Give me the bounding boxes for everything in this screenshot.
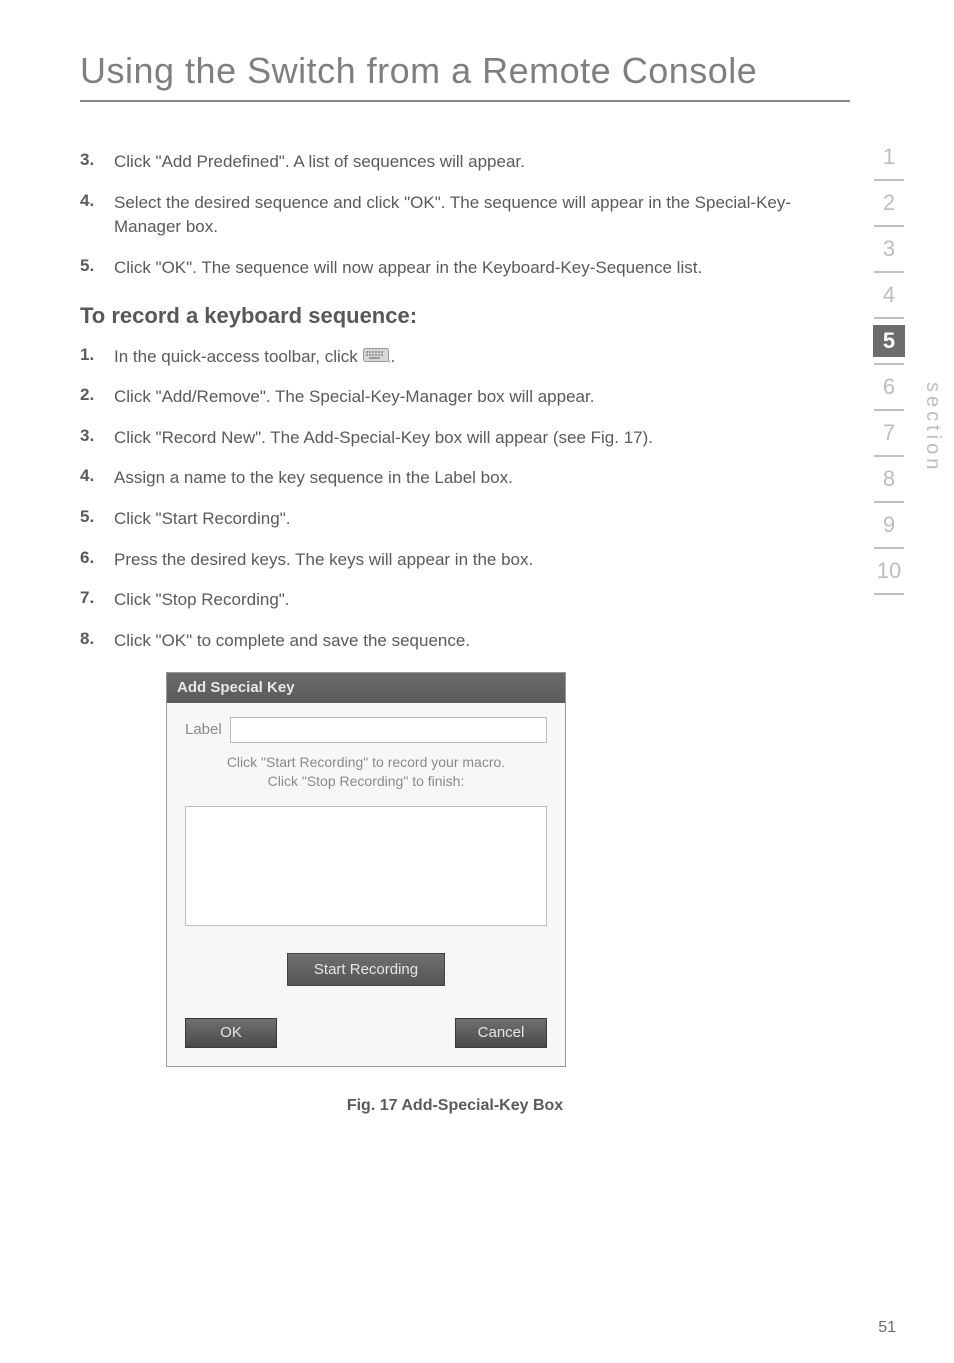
step-number: 3. — [80, 426, 114, 446]
start-recording-button[interactable]: Start Recording — [287, 953, 445, 986]
figure-caption: Fig. 17 Add-Special-Key Box — [80, 1097, 830, 1115]
step-row: 8. Click "OK" to complete and save the s… — [80, 629, 830, 654]
index-divider — [874, 409, 904, 411]
page-number: 51 — [878, 1319, 896, 1337]
step-text: Assign a name to the key sequence in the… — [114, 466, 830, 491]
label-input[interactable] — [230, 717, 547, 743]
index-item-1[interactable]: 1 — [873, 141, 905, 173]
dialog-titlebar: Add Special Key — [167, 673, 565, 703]
step-number: 1. — [80, 345, 114, 365]
index-item-4[interactable]: 4 — [873, 279, 905, 311]
step-text: Click "Start Recording". — [114, 507, 830, 532]
index-item-8[interactable]: 8 — [873, 463, 905, 495]
step-row: 3. Click "Record New". The Add-Special-K… — [80, 426, 830, 451]
step-text-before: In the quick-access toolbar, click — [114, 347, 363, 366]
step-row: 3. Click "Add Predefined". A list of seq… — [80, 150, 830, 175]
add-special-key-dialog: Add Special Key Label Click "Start Recor… — [166, 672, 566, 1067]
dialog-footer: OK Cancel — [167, 1018, 565, 1066]
dialog-wrap: Add Special Key Label Click "Start Recor… — [166, 672, 566, 1067]
index-divider — [874, 501, 904, 503]
index-divider — [874, 363, 904, 365]
index-item-3[interactable]: 3 — [873, 233, 905, 265]
keyboard-icon: s — [363, 347, 391, 363]
step-text-after: . — [391, 347, 396, 366]
content-area: 3. Click "Add Predefined". A list of seq… — [80, 150, 830, 1115]
step-number: 6. — [80, 548, 114, 568]
step-number: 2. — [80, 385, 114, 405]
step-row: 2. Click "Add/Remove". The Special-Key-M… — [80, 385, 830, 410]
index-divider — [874, 179, 904, 181]
index-item-2[interactable]: 2 — [873, 187, 905, 219]
index-item-9[interactable]: 9 — [873, 509, 905, 541]
index-divider — [874, 593, 904, 595]
step-row: 4. Assign a name to the key sequence in … — [80, 466, 830, 491]
step-text: Select the desired sequence and click "O… — [114, 191, 830, 240]
step-text: Click "OK". The sequence will now appear… — [114, 256, 830, 281]
step-number: 4. — [80, 466, 114, 486]
step-text: Click "Record New". The Add-Special-Key … — [114, 426, 830, 451]
step-row: 7. Click "Stop Recording". — [80, 588, 830, 613]
index-divider — [874, 455, 904, 457]
step-number: 5. — [80, 256, 114, 276]
cancel-button[interactable]: Cancel — [455, 1018, 547, 1048]
index-divider — [874, 317, 904, 319]
index-item-6[interactable]: 6 — [873, 371, 905, 403]
step-row: 5. Click "Start Recording". — [80, 507, 830, 532]
dialog-hint: Click "Start Recording" to record your m… — [185, 753, 547, 792]
section-label: section — [921, 382, 944, 473]
label-text: Label — [185, 721, 222, 738]
subheading: To record a keyboard sequence: — [80, 303, 830, 329]
step-text: Click "Stop Recording". — [114, 588, 830, 613]
step-number: 4. — [80, 191, 114, 211]
step-text: Click "OK" to complete and save the sequ… — [114, 629, 830, 654]
step-row: 6. Press the desired keys. The keys will… — [80, 548, 830, 573]
label-row: Label — [185, 717, 547, 743]
index-item-5[interactable]: 5 — [873, 325, 905, 357]
step-number: 3. — [80, 150, 114, 170]
index-divider — [874, 271, 904, 273]
hint-line2: Click "Stop Recording" to finish: — [268, 773, 465, 789]
step-number: 5. — [80, 507, 114, 527]
step-row: 1. In the quick-access toolbar, click s. — [80, 345, 830, 370]
ok-button[interactable]: OK — [185, 1018, 277, 1048]
hint-line1: Click "Start Recording" to record your m… — [227, 754, 505, 770]
step-text: Press the desired keys. The keys will ap… — [114, 548, 830, 573]
step-number: 7. — [80, 588, 114, 608]
step-number: 8. — [80, 629, 114, 649]
step-row: 4. Select the desired sequence and click… — [80, 191, 830, 240]
step-text: Click "Add Predefined". A list of sequen… — [114, 150, 830, 175]
index-divider — [874, 225, 904, 227]
title-rule — [80, 100, 850, 102]
index-item-7[interactable]: 7 — [873, 417, 905, 449]
start-row: Start Recording — [185, 953, 547, 986]
page-title: Using the Switch from a Remote Console — [80, 50, 884, 92]
macro-textarea[interactable] — [185, 806, 547, 926]
step-text: In the quick-access toolbar, click s. — [114, 345, 830, 370]
index-item-10[interactable]: 10 — [873, 555, 905, 587]
step-row: 5. Click "OK". The sequence will now app… — [80, 256, 830, 281]
dialog-title: Add Special Key — [177, 679, 295, 696]
section-index: 1 2 3 4 5 6 7 8 9 10 — [864, 135, 914, 595]
dialog-body: Label Click "Start Recording" to record … — [167, 703, 565, 1000]
step-text: Click "Add/Remove". The Special-Key-Mana… — [114, 385, 830, 410]
index-divider — [874, 547, 904, 549]
